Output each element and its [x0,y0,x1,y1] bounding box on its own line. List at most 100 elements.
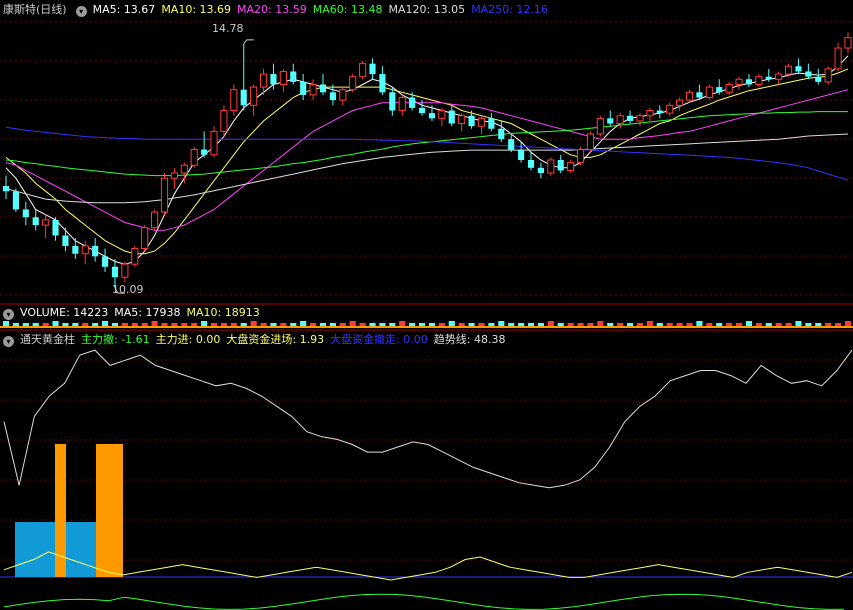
blue-bar [15,522,55,577]
candle-up [131,248,139,265]
candle-up [170,172,178,179]
ma-line-ma20 [5,89,849,231]
candle-down [409,97,416,108]
ma-line-ma60 [5,111,848,177]
ma-line-ma10 [5,68,849,255]
candle-up [547,159,555,174]
candle-down [369,63,376,75]
volume-header: ▾ VOLUME: 14223 MA5: 17938 MA10: 18913 [0,305,272,321]
candle-down [62,235,69,246]
candle-down [52,219,59,236]
orange-bar [96,444,123,577]
high-marker [243,39,254,45]
candle-up [339,89,347,101]
candle-up [210,130,218,156]
candle-up [151,211,159,229]
indicator-legend-item-2: 大盘资金进场: 1.93 [226,333,325,346]
volume-toggle-icon[interactable]: ▾ [3,309,14,320]
candle-up [755,76,763,85]
candle-up [81,245,89,255]
candle-down [2,186,10,192]
candle-up [844,37,852,49]
ma-legend-item-4: MA120: 13.05 [388,3,466,16]
candle-up [279,70,287,85]
candle-down [428,113,436,119]
candle-up [666,104,674,114]
candle-down [656,110,663,114]
candle-down [240,89,247,106]
candle-up [458,115,466,125]
candle-up [824,68,832,83]
candle-up [725,83,733,93]
ma-legend-item-3: MA60: 13.48 [312,3,383,16]
candle-up [250,86,258,106]
candle-up [180,164,188,174]
candle-down [468,115,475,127]
capital-outflow-line [3,593,845,610]
blue-bar [66,522,96,577]
candle-up [685,91,694,101]
candle-up [42,219,50,226]
candle-down [745,79,753,85]
candle-up [190,149,198,166]
candle-up [586,133,595,151]
candle-down [795,66,802,72]
candle-down [498,128,505,140]
candle-up [121,263,129,278]
candle-up [359,63,367,78]
candle-up [676,99,684,106]
settings-circle-icon[interactable]: ▾ [75,6,87,17]
candle-up [705,86,713,99]
candle-up [309,83,317,96]
candle-down [488,118,495,129]
candle-down [111,266,119,278]
indicator-toggle-icon[interactable]: ▾ [3,336,14,347]
indicator-title: 通天黄金柱 [20,333,75,346]
candle-down [32,217,39,226]
indicator-legend-item-1: 主力进: 0.00 [155,333,221,346]
indicator-legend-item-4: 趋势线: 48.38 [433,333,506,346]
ma-line-ma120 [5,133,849,204]
candle-down [765,76,772,80]
candle-down [300,81,307,95]
volume-legend-item-0: VOLUME: 14223 [20,306,109,319]
candle-up [141,227,149,250]
candle-down [527,160,535,168]
candle-down [22,209,29,218]
indicator-header: ▾ 通天黄金柱 主力撤: -1.61 主力进: 0.00 大盘资金进场: 1.93 大盘资… [0,332,517,348]
candle-up [616,115,624,125]
ma-legend-item-2: MA20: 13.59 [237,3,307,16]
ma-legend-item-0: MA5: 13.67 [92,3,156,16]
candle-up [596,117,604,135]
candle-up [438,110,446,119]
candle-up [477,117,486,127]
volume-legend-item-2: MA10: 18913 [186,306,260,319]
candle-up [636,115,644,122]
candle-down [389,92,396,111]
candle-down [101,256,109,267]
candle-up [784,65,793,75]
candle-up [160,177,169,213]
candle-down [607,118,614,124]
ma-line-ma250 [5,126,849,181]
candle-down [518,149,525,160]
stock-title: 康斯特(日线) [3,3,67,16]
candle-up [349,76,357,91]
candle-down [12,191,19,210]
candle-up [230,89,238,112]
candle-down [815,76,822,82]
candle-up [834,47,842,70]
candle-down [72,245,79,254]
volume-legend-item-1: MA5: 17938 [114,306,181,319]
candle-down [270,74,277,85]
candle-up [735,78,743,85]
indicator-legend-item-0: 主力撤: -1.61 [81,333,150,346]
capital-inflow-line [3,551,853,581]
candle-down [696,92,703,98]
candle-down [290,71,297,82]
low-marker [114,287,125,294]
candle-down [537,167,544,174]
candle-up [220,110,228,132]
candle-down [508,139,515,150]
candle-up [567,162,575,171]
